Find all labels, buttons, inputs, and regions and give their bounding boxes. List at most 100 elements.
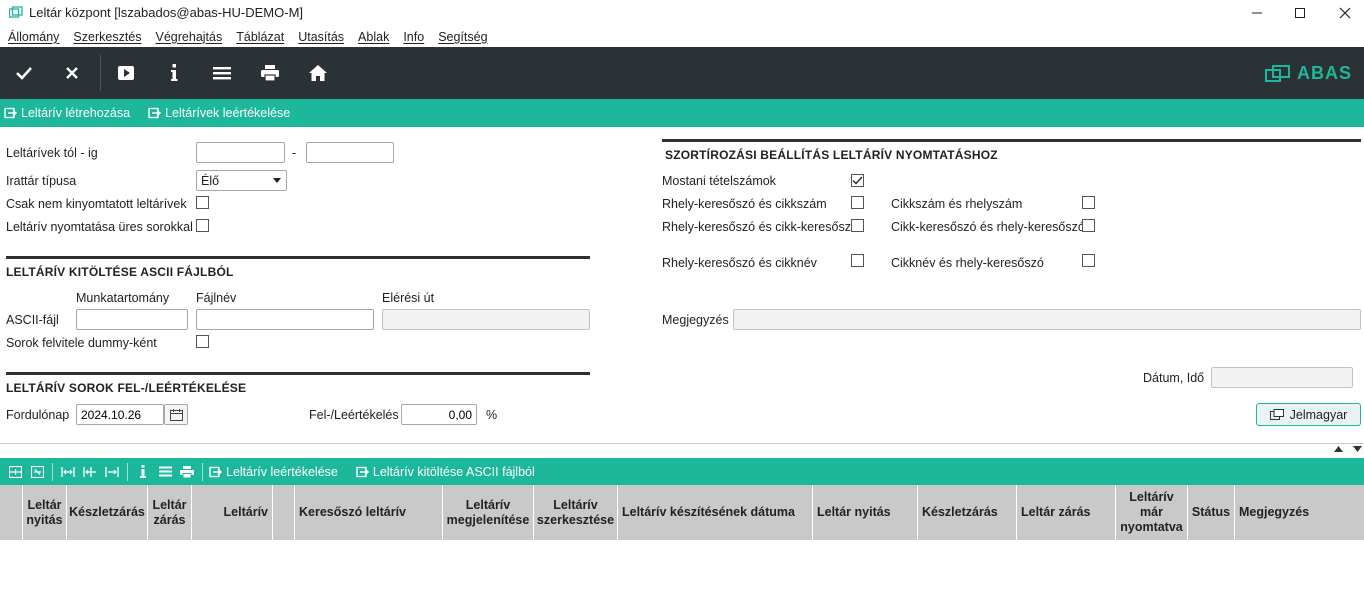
- menu-info[interactable]: Info: [403, 30, 424, 44]
- column-header[interactable]: Leltárív megjelenítése: [443, 485, 534, 540]
- writedown-sheets-link[interactable]: Leltárívek leértékelése: [148, 106, 290, 120]
- column-header[interactable]: Leltár zárás: [1017, 485, 1116, 540]
- create-inventory-sheet-link[interactable]: Leltárív létrehozása: [4, 106, 130, 120]
- ascii-section-heading: LELTÁRÍV KITÖLTÉSE ASCII FÁJLBÓL: [6, 256, 590, 279]
- calendar-icon[interactable]: [164, 404, 188, 425]
- action-bar: Leltárív létrehozása Leltárívek leértéke…: [0, 99, 1364, 127]
- revalue-percent-input[interactable]: [401, 404, 477, 425]
- column-width-icon[interactable]: [57, 458, 79, 485]
- close-icon[interactable]: [48, 47, 96, 99]
- abas-logo: ABAS: [1264, 63, 1352, 84]
- sort-option-1-checkbox[interactable]: [851, 196, 864, 209]
- column-header[interactable]: Leltár nyitás: [23, 485, 67, 540]
- list-icon[interactable]: [198, 47, 246, 99]
- sort-option-2-checkbox[interactable]: [1082, 196, 1095, 209]
- column-header[interactable]: Megjegyzés: [1235, 485, 1364, 540]
- sort-option-4-label: Cikk-keresőszó és rhely-keresőszó: [891, 220, 1085, 234]
- info-icon[interactable]: [132, 458, 154, 485]
- scroll-up-icon[interactable]: [1334, 446, 1343, 452]
- column-header[interactable]: Státus: [1188, 485, 1235, 540]
- column-expand-icon[interactable]: [101, 458, 123, 485]
- minimize-button[interactable]: [1234, 0, 1280, 26]
- workarea-input[interactable]: [76, 309, 188, 330]
- column-shrink-icon[interactable]: [79, 458, 101, 485]
- print-icon[interactable]: [246, 47, 294, 99]
- archive-type-select[interactable]: Élő: [196, 170, 287, 191]
- menu-help[interactable]: Segítség: [438, 30, 487, 44]
- sort-option-4-checkbox[interactable]: [1082, 219, 1095, 232]
- info-icon[interactable]: [150, 47, 198, 99]
- dummy-rows-checkbox[interactable]: [196, 335, 209, 348]
- menu-table[interactable]: Táblázat: [236, 30, 284, 44]
- table-writedown-link[interactable]: Leltárív leértékelése: [209, 465, 338, 479]
- play-icon[interactable]: [102, 47, 150, 99]
- range-to-input[interactable]: [306, 142, 394, 163]
- current-item-numbers-checkbox[interactable]: [851, 174, 864, 187]
- window-titlebar: Leltár központ [lszabados@abas-HU-DEMO-M…: [0, 0, 1364, 26]
- column-header[interactable]: Készletzárás: [918, 485, 1017, 540]
- print-empty-rows-checkbox[interactable]: [196, 219, 209, 232]
- sort-option-5-checkbox[interactable]: [851, 254, 864, 267]
- cutoff-date-input[interactable]: [76, 404, 164, 425]
- writedown-sheets-label: Leltárívek leértékelése: [165, 106, 291, 120]
- row-selector-header[interactable]: [0, 485, 23, 540]
- column-header[interactable]: Leltár zárás: [148, 485, 192, 540]
- print-icon[interactable]: [176, 458, 198, 485]
- panel-divider: [0, 443, 1364, 455]
- archive-type-label: Irattár típusa: [6, 174, 77, 188]
- check-icon[interactable]: [0, 47, 48, 99]
- filename-column-label: Fájlnév: [196, 291, 237, 305]
- column-header[interactable]: Leltárív: [192, 485, 273, 540]
- table-fill-ascii-link[interactable]: Leltárív kitöltése ASCII fájlból: [356, 465, 535, 479]
- list-icon[interactable]: [154, 458, 176, 485]
- revalue-section-heading: LELTÁRÍV SOROK FEL-/LEÉRTÉKELÉSE: [6, 372, 590, 395]
- menu-file[interactable]: Állomány: [8, 30, 59, 44]
- range-from-input[interactable]: [196, 142, 285, 163]
- table-toolbar: Leltárív leértékelése Leltárív kitöltése…: [0, 458, 1364, 485]
- column-header[interactable]: Leltárív szerkesztése: [534, 485, 618, 540]
- column-header[interactable]: Leltár nyitás: [813, 485, 918, 540]
- brand-name: ABAS: [1296, 63, 1352, 83]
- home-icon[interactable]: [294, 47, 342, 99]
- range-dash: -: [292, 146, 297, 160]
- export-icon: [209, 466, 222, 477]
- filename-input[interactable]: [196, 309, 374, 330]
- legend-icon: [1269, 409, 1284, 420]
- workarea-column-label: Munkatartomány: [76, 291, 170, 305]
- datetime-input: [1211, 367, 1353, 388]
- current-item-numbers-label: Mostani tételszámok: [662, 174, 776, 188]
- menu-window[interactable]: Ablak: [358, 30, 389, 44]
- sort-section-heading: SZORTÍROZÁSI BEÁLLÍTÁS LELTÁRÍV NYOMTATÁ…: [662, 139, 1361, 162]
- window-title: Leltár központ [lszabados@abas-HU-DEMO-M…: [29, 5, 304, 20]
- sort-option-6-checkbox[interactable]: [1082, 254, 1095, 267]
- table-body[interactable]: [0, 540, 1364, 607]
- maximize-button[interactable]: [1277, 0, 1323, 26]
- print-empty-rows-label: Leltárív nyomtatása üres sorokkal: [6, 220, 193, 234]
- path-input: [382, 309, 590, 330]
- ascii-file-label: ASCII-fájl: [6, 313, 59, 327]
- range-label: Leltárívek tól - ig: [6, 146, 98, 160]
- column-header[interactable]: Készletzárás: [67, 485, 148, 540]
- window-close-button[interactable]: [1322, 0, 1364, 26]
- insert-row-icon[interactable]: [4, 458, 26, 485]
- chevron-down-icon: [273, 177, 281, 183]
- legend-button[interactable]: Jelmagyar: [1256, 403, 1361, 426]
- not-printed-checkbox[interactable]: [196, 196, 209, 209]
- table-header: Leltár nyitás Készletzárás Leltár zárás …: [0, 485, 1364, 540]
- sort-option-5-label: Rhely-keresőszó és cikknév: [662, 256, 817, 270]
- menu-bar: Állomány Szerkesztés Végrehajtás Tábláza…: [0, 26, 1364, 47]
- column-header[interactable]: Leltárív készítésének dátuma: [618, 485, 813, 540]
- toolbar-separator: [52, 462, 53, 481]
- sort-option-3-checkbox[interactable]: [851, 219, 864, 232]
- menu-command[interactable]: Utasítás: [298, 30, 344, 44]
- column-header[interactable]: Leltárív már nyomtatva: [1116, 485, 1188, 540]
- delete-row-icon[interactable]: [26, 458, 48, 485]
- scroll-down-icon[interactable]: [1353, 446, 1362, 452]
- archive-type-value: Élő: [201, 173, 220, 188]
- checkmark-icon: [852, 176, 863, 185]
- menu-edit[interactable]: Szerkesztés: [73, 30, 141, 44]
- menu-execute[interactable]: Végrehajtás: [156, 30, 223, 44]
- column-header-blank[interactable]: [273, 485, 295, 540]
- toolbar-separator: [100, 55, 101, 91]
- column-header[interactable]: Keresőszó leltárív: [295, 485, 443, 540]
